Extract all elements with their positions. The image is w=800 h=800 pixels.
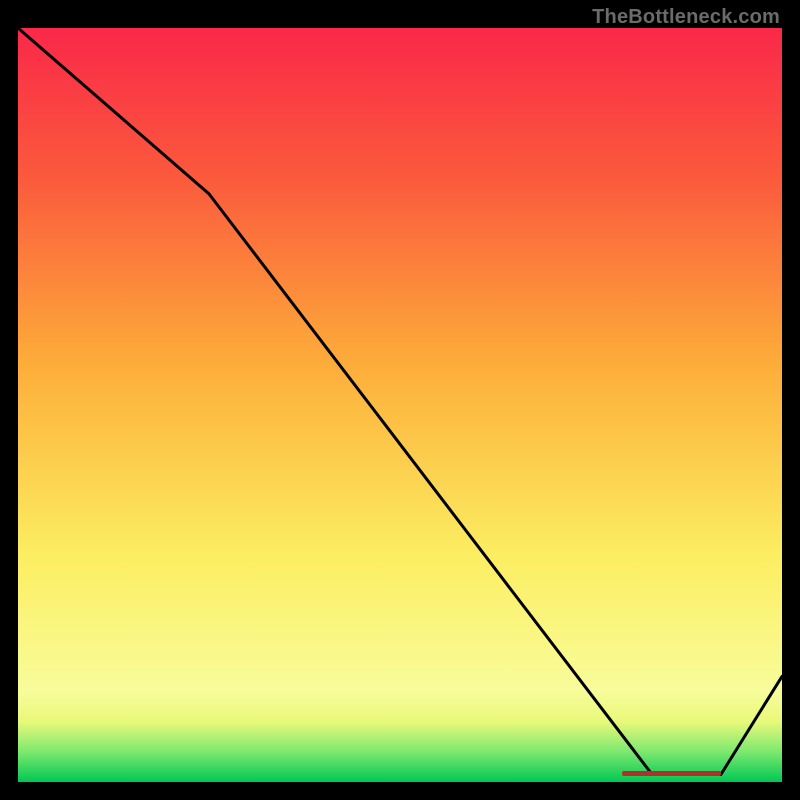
optimal-range-marker <box>622 771 721 776</box>
attribution-label: TheBottleneck.com <box>592 6 780 29</box>
plot-area <box>18 28 782 782</box>
bottleneck-line <box>18 28 782 782</box>
chart-frame: TheBottleneck.com <box>0 0 800 800</box>
